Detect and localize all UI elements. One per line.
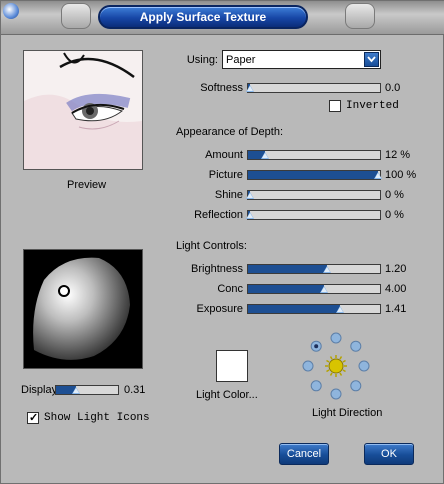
show-light-icons-checkbox[interactable] — [27, 411, 39, 424]
using-select[interactable]: Paper — [222, 50, 381, 69]
inverted-checkbox[interactable] — [329, 100, 341, 112]
app-logo-icon — [3, 3, 19, 19]
amount-label: Amount — [205, 149, 243, 161]
brightness-slider[interactable] — [247, 264, 381, 274]
shine-slider[interactable] — [246, 190, 381, 200]
sun-ray — [326, 369, 330, 373]
display-value: 0.31 — [124, 384, 146, 396]
title-bar: Apply Surface Texture — [1, 1, 444, 35]
sun-icon — [328, 358, 344, 374]
eye-artwork — [24, 51, 142, 169]
exposure-slider-fill — [248, 305, 340, 313]
amount-slider-knob[interactable] — [261, 152, 269, 159]
light-direction-label: Light Direction — [312, 407, 383, 419]
show-light-icons-label: Show Light Icons — [44, 412, 150, 424]
conc-label: Conc — [217, 283, 243, 295]
preview-caption: Preview — [67, 179, 107, 191]
conc-slider-knob[interactable] — [320, 286, 328, 293]
sun-ray — [326, 359, 330, 363]
reflection-slider-knob[interactable] — [246, 212, 254, 219]
display-slider-knob[interactable] — [72, 387, 80, 394]
sun-ray — [329, 372, 333, 376]
light-position-marker — [58, 285, 70, 297]
using-label: Using: — [186, 54, 218, 66]
appearance-heading: Appearance of Depth: — [176, 126, 284, 138]
apply-surface-texture-dialog: Apply Surface Texture Preview Using: Pap… — [0, 0, 444, 484]
amount-value: 12 % — [385, 149, 411, 161]
picture-slider-knob[interactable] — [374, 172, 382, 179]
softness-label: Softness — [200, 82, 243, 94]
brightness-value: 1.20 — [385, 263, 407, 275]
sun-ray — [339, 372, 343, 376]
title-left-button[interactable] — [61, 3, 91, 29]
picture-slider[interactable] — [247, 170, 382, 180]
light-color-button[interactable]: Light Color... — [196, 389, 258, 401]
light-direction-dot — [350, 340, 362, 352]
exposure-label: Exposure — [196, 303, 243, 315]
light-controls-heading: Light Controls: — [176, 240, 247, 252]
conc-slider[interactable] — [247, 284, 381, 294]
sun-ray — [342, 369, 346, 373]
brightness-label: Brightness — [191, 263, 243, 275]
inverted-label: Inverted — [346, 100, 399, 112]
sun-ray — [329, 356, 333, 360]
reflection-slider[interactable] — [246, 210, 381, 220]
light-direction-dot — [358, 360, 370, 372]
light-color-swatch[interactable] — [216, 350, 248, 382]
light-sphere-preview[interactable] — [23, 249, 143, 369]
brightness-slider-knob[interactable] — [323, 266, 331, 273]
amount-slider[interactable] — [247, 150, 381, 160]
shine-label: Shine — [214, 189, 243, 201]
cancel-button[interactable]: Cancel — [279, 443, 329, 465]
exposure-slider-knob[interactable] — [336, 306, 344, 313]
softness-slider-knob[interactable] — [246, 85, 254, 92]
light-direction-dot — [302, 360, 314, 372]
light-direction-dot — [310, 380, 322, 392]
shine-value: 0 % — [385, 189, 404, 201]
title-right-button[interactable] — [345, 3, 375, 29]
picture-slider-fill — [248, 171, 378, 179]
dialog-title: Apply Surface Texture — [98, 5, 308, 29]
sun-ray — [342, 359, 346, 363]
conc-value: 4.00 — [385, 283, 407, 295]
using-select-value: Paper — [226, 54, 256, 66]
conc-slider-fill — [248, 285, 324, 293]
display-label: Display — [21, 384, 58, 396]
softness-value: 0.0 — [385, 82, 401, 94]
brightness-slider-fill — [248, 265, 327, 273]
exposure-value: 1.41 — [385, 303, 407, 315]
shine-slider-knob[interactable] — [246, 192, 254, 199]
light-direction-selected-dot — [314, 344, 319, 349]
reflection-value: 0 % — [385, 209, 404, 221]
light-direction-dot — [330, 388, 342, 400]
reflection-label: Reflection — [194, 209, 243, 221]
picture-label: Picture — [208, 169, 243, 181]
exposure-slider[interactable] — [247, 304, 381, 314]
display-slider[interactable] — [55, 385, 119, 395]
picture-value: 100 % — [385, 169, 417, 181]
chevron-down-icon[interactable] — [364, 52, 379, 67]
light-direction-control[interactable] — [298, 328, 374, 404]
light-direction-dot — [330, 332, 342, 344]
ok-button[interactable]: OK — [364, 443, 414, 465]
softness-slider[interactable] — [246, 83, 381, 93]
light-direction-dot — [350, 380, 362, 392]
preview-image — [23, 50, 143, 170]
sun-ray — [339, 356, 343, 360]
